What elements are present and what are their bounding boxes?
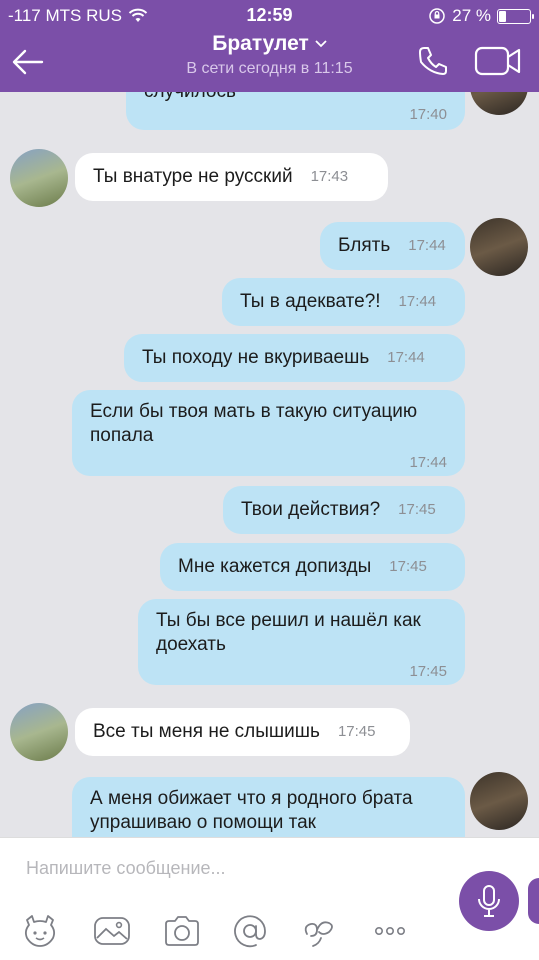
message-time: 17:45	[409, 663, 447, 680]
message-input[interactable]: Напишите сообщение...	[26, 858, 226, 879]
mention-button[interactable]	[230, 913, 270, 949]
gallery-button[interactable]	[92, 913, 132, 949]
doodle-button[interactable]	[300, 913, 340, 949]
orientation-lock-icon	[429, 8, 445, 24]
more-icon	[374, 926, 405, 936]
incoming-message[interactable]: Все ты меня не слышишь 17:45	[75, 708, 410, 756]
outgoing-message[interactable]: Мне кажется допизды 17:45	[160, 543, 465, 591]
my-avatar	[470, 218, 528, 276]
outgoing-message[interactable]: Твои действия? 17:45	[223, 486, 465, 534]
message-text: Ты внатуре не русский	[93, 166, 293, 187]
my-avatar	[470, 92, 528, 115]
message-time: 17:45	[389, 558, 427, 575]
incoming-message[interactable]: Ты внатуре не русский 17:43	[75, 153, 388, 201]
message-list[interactable]: случилось 17:40 Ты внатуре не русский 17…	[0, 92, 539, 837]
sticker-icon	[24, 915, 56, 947]
outgoing-message[interactable]: Ты в адеквате?! 17:44	[222, 278, 465, 326]
my-avatar	[470, 772, 528, 830]
outgoing-message[interactable]: А меня обижает что я родного брата упраш…	[72, 777, 465, 837]
message-text: Ты походу не вкуриваешь	[142, 347, 370, 368]
chevron-down-icon	[315, 40, 327, 48]
message-time: 17:44	[409, 454, 447, 471]
chat-header: -117 MTS RUS 12:59 27 % Братулет В сети …	[0, 0, 539, 92]
message-text: Если бы твоя мать в такую ситуацию попал…	[90, 401, 418, 446]
message-text: случилось	[144, 92, 444, 104]
status-bar: -117 MTS RUS 12:59 27 %	[0, 0, 539, 30]
at-sign-icon	[234, 915, 266, 948]
battery-icon	[497, 8, 534, 24]
phone-icon[interactable]	[416, 44, 450, 78]
camera-icon	[165, 916, 199, 946]
contact-avatar[interactable]	[10, 149, 68, 207]
message-text: Все ты меня не слышишь	[93, 721, 320, 742]
contact-info[interactable]: Братулет В сети сегодня в 11:15	[0, 32, 539, 78]
message-time: 17:40	[409, 106, 447, 123]
message-text: Ты бы все решил и нашёл как доехать	[156, 610, 421, 655]
message-time: 17:45	[398, 501, 436, 518]
outgoing-message[interactable]: Если бы твоя мать в такую ситуацию попал…	[72, 390, 465, 476]
message-text: Твои действия?	[241, 499, 381, 520]
message-time: 17:44	[387, 349, 425, 366]
microphone-icon	[478, 885, 500, 917]
doodle-icon	[304, 921, 333, 947]
message-time: 17:45	[337, 723, 376, 740]
gallery-icon	[94, 917, 130, 945]
battery-percent: 27 %	[452, 6, 491, 25]
edge-indicator	[528, 878, 539, 924]
message-text: Ты в адеквате?!	[240, 291, 381, 312]
more-button[interactable]	[370, 913, 410, 949]
contact-avatar[interactable]	[10, 703, 68, 761]
sticker-button[interactable]	[20, 913, 60, 949]
outgoing-message[interactable]: Ты бы все решил и нашёл как доехать 17:4…	[138, 599, 465, 685]
message-time: 17:44	[408, 237, 446, 254]
outgoing-message[interactable]: Блять 17:44	[320, 222, 465, 270]
contact-name: Братулет	[212, 32, 309, 55]
message-text: Блять	[338, 235, 391, 256]
message-time: 17:44	[398, 293, 437, 310]
camera-button[interactable]	[162, 913, 202, 949]
video-camera-icon[interactable]	[474, 44, 522, 78]
message-composer: Напишите сообщение...	[0, 837, 539, 960]
message-text: Мне кажется допизды	[178, 556, 372, 577]
message-text: А меня обижает что я родного брата упраш…	[90, 788, 413, 833]
microphone-button[interactable]	[459, 871, 519, 931]
presence-status: В сети сегодня в 11:15	[186, 60, 353, 77]
outgoing-message[interactable]: Ты походу не вкуриваешь 17:44	[124, 334, 465, 382]
outgoing-message[interactable]: случилось 17:40	[126, 92, 465, 130]
message-time: 17:43	[310, 168, 349, 185]
